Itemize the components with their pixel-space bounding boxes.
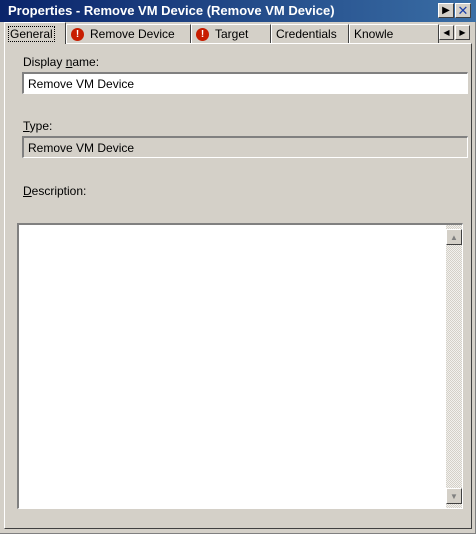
tab-strip: General ! Remove Device ! Target Credent…	[0, 22, 476, 44]
tab-knowledge[interactable]: Knowle	[349, 24, 439, 43]
close-icon[interactable]: ✕	[455, 3, 471, 18]
tab-label: General	[8, 25, 55, 42]
title-bar[interactable]: Properties - Remove VM Device (Remove VM…	[0, 0, 476, 22]
tab-label: Target	[215, 27, 249, 41]
type-label: Type:	[23, 119, 53, 133]
type-field: Remove VM Device	[22, 136, 468, 158]
scroll-down-icon[interactable]: ▼	[446, 488, 462, 504]
tab-label: Remove Device	[90, 27, 175, 41]
display-name-input[interactable]: Remove VM Device	[22, 72, 468, 94]
tab-credentials[interactable]: Credentials	[271, 24, 349, 43]
vertical-scrollbar[interactable]: ▲ ▼	[446, 225, 462, 508]
tab-label: Knowle	[354, 27, 394, 41]
tab-label: Credentials	[276, 27, 337, 41]
description-label: Description:	[23, 184, 87, 198]
warning-icon: !	[71, 27, 84, 41]
menu-arrow-icon[interactable]: ▶	[438, 3, 454, 18]
properties-window: Properties - Remove VM Device (Remove VM…	[0, 0, 476, 534]
tab-target[interactable]: ! Target	[191, 24, 271, 43]
scroll-up-icon[interactable]: ▲	[446, 229, 462, 245]
description-textarea[interactable]: ▲ ▼	[17, 223, 463, 509]
tab-remove-device[interactable]: ! Remove Device	[66, 24, 191, 43]
display-name-label: Display name:	[23, 55, 100, 69]
warning-icon: !	[196, 27, 209, 41]
tab-general[interactable]: General	[4, 22, 66, 44]
tab-scroll-right-icon[interactable]: ▶	[455, 25, 470, 40]
window-title: Properties - Remove VM Device (Remove VM…	[8, 3, 335, 18]
tab-scroll-left-icon[interactable]: ◀	[439, 25, 454, 40]
